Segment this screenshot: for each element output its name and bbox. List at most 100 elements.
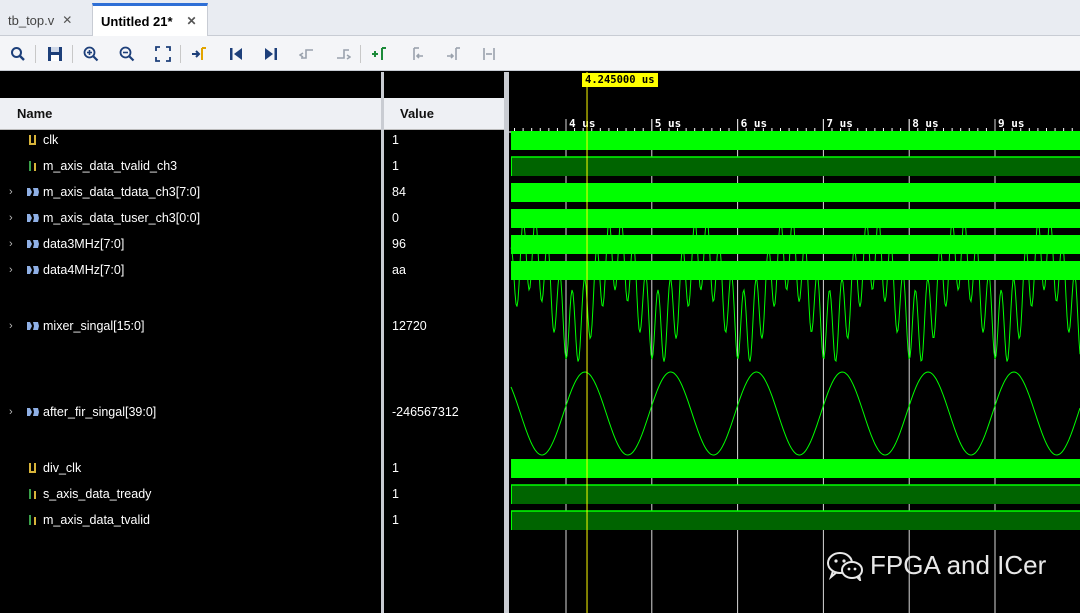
tab-untitled-21[interactable]: Untitled 21* ✕ bbox=[92, 3, 208, 36]
zoom-in-icon[interactable] bbox=[80, 43, 102, 65]
watermark: FPGA and ICer bbox=[826, 550, 1046, 581]
signal-row-name[interactable]: › mixer_singal[15:0] bbox=[0, 316, 381, 336]
signal-bus-waveform bbox=[511, 183, 1080, 202]
signal-row-name[interactable]: s_axis_data_tready bbox=[0, 484, 381, 504]
signal-name: m_axis_data_tdata_ch3[7:0] bbox=[43, 185, 201, 199]
signal-name: mixer_singal[15:0] bbox=[43, 319, 145, 333]
go-to-time-zero-icon[interactable] bbox=[225, 43, 247, 65]
name-column-header-label: Name bbox=[17, 106, 53, 121]
bit-signal-icon bbox=[29, 463, 36, 473]
bus-signal-icon bbox=[27, 322, 39, 330]
previous-transition-icon[interactable] bbox=[296, 43, 318, 65]
tab-label: tb_top.v bbox=[8, 12, 55, 28]
signal-value: 1 bbox=[392, 159, 399, 173]
signal-name: div_clk bbox=[43, 461, 82, 475]
time-tick-label: 5 us bbox=[655, 117, 682, 130]
signal-value: 84 bbox=[392, 185, 406, 199]
time-tick-label: 8 us bbox=[912, 117, 939, 130]
signal-bus-waveform bbox=[511, 209, 1080, 228]
bus-signal-icon bbox=[27, 188, 39, 196]
signal-value: 1 bbox=[392, 487, 399, 501]
time-tick-label: 4 us bbox=[569, 117, 596, 130]
bit-signal-icon bbox=[29, 515, 36, 525]
signal-bus-waveform bbox=[511, 459, 1080, 478]
bus-signal-icon bbox=[27, 408, 39, 416]
go-to-cursor-icon[interactable] bbox=[188, 43, 210, 65]
signal-high-fill bbox=[511, 511, 1080, 530]
signal-row-name[interactable]: clk bbox=[0, 130, 381, 150]
signal-row-name[interactable]: › m_axis_data_tuser_ch3[0:0] bbox=[0, 208, 381, 228]
signal-value: aa bbox=[392, 263, 406, 277]
signal-value: -246567312 bbox=[392, 405, 459, 419]
signal-value-pane bbox=[384, 72, 504, 613]
signal-row-name[interactable]: m_axis_data_tvalid_ch3 bbox=[0, 156, 381, 176]
value-column-header[interactable]: Value bbox=[384, 98, 504, 130]
name-column-header[interactable]: Name bbox=[0, 98, 381, 130]
toolbar-separator bbox=[72, 45, 73, 63]
signal-value: 12720 bbox=[392, 319, 427, 333]
time-tick-label: 7 us bbox=[826, 117, 853, 130]
tab-label: Untitled 21* bbox=[101, 13, 173, 29]
bus-signal-icon bbox=[27, 266, 39, 274]
signal-bus-waveform bbox=[511, 131, 1080, 150]
go-to-last-time-icon[interactable] bbox=[260, 43, 282, 65]
signal-name: s_axis_data_tready bbox=[43, 487, 152, 501]
signal-bus-waveform bbox=[511, 261, 1080, 280]
time-tick-label: 9 us bbox=[998, 117, 1025, 130]
signal-name: after_fir_singal[39:0] bbox=[43, 405, 157, 419]
watermark-text: FPGA and ICer bbox=[870, 550, 1047, 580]
signal-row-name[interactable]: div_clk bbox=[0, 458, 381, 478]
toolbar-separator bbox=[180, 45, 181, 63]
chevron-right-icon[interactable]: › bbox=[9, 238, 21, 250]
signal-name: data4MHz[7:0] bbox=[43, 263, 125, 277]
chevron-right-icon[interactable]: › bbox=[9, 320, 21, 332]
chevron-right-icon[interactable]: › bbox=[9, 264, 21, 276]
signal-value: 96 bbox=[392, 237, 406, 251]
zoom-out-icon[interactable] bbox=[116, 43, 138, 65]
signal-high-fill bbox=[511, 485, 1080, 504]
signal-row-name[interactable]: › m_axis_data_tdata_ch3[7:0] bbox=[0, 182, 381, 202]
toolbar-separator bbox=[35, 45, 36, 63]
signal-value: 0 bbox=[392, 211, 399, 225]
chevron-right-icon[interactable]: › bbox=[9, 186, 21, 198]
zoom-fit-icon[interactable] bbox=[152, 43, 174, 65]
toolbar-separator bbox=[360, 45, 361, 63]
signal-row-name[interactable]: › after_fir_singal[39:0] bbox=[0, 402, 381, 422]
close-icon[interactable]: ✕ bbox=[187, 14, 197, 28]
signal-name: m_axis_data_tvalid_ch3 bbox=[43, 159, 178, 173]
previous-marker-icon[interactable] bbox=[406, 43, 428, 65]
signal-row-name[interactable]: › data3MHz[7:0] bbox=[0, 234, 381, 254]
close-icon[interactable]: ✕ bbox=[62, 13, 72, 27]
signal-high-fill bbox=[511, 157, 1080, 176]
signal-value: 1 bbox=[392, 461, 399, 475]
wechat-icon bbox=[827, 551, 863, 581]
bit-signal-icon bbox=[29, 135, 36, 145]
signal-value: 1 bbox=[392, 133, 399, 147]
bit-signal-icon bbox=[29, 489, 36, 499]
time-tick-label: 6 us bbox=[741, 117, 768, 130]
swap-cursors-icon[interactable] bbox=[478, 43, 500, 65]
editor-tab-bar: tb_top.v ✕ Untitled 21* ✕ bbox=[0, 0, 1080, 36]
signal-row-name[interactable]: › data4MHz[7:0] bbox=[0, 260, 381, 280]
next-transition-icon[interactable] bbox=[332, 43, 354, 65]
add-marker-icon[interactable] bbox=[368, 43, 390, 65]
signal-name: clk bbox=[43, 133, 59, 147]
tab-tb-top[interactable]: tb_top.v ✕ bbox=[0, 4, 92, 36]
save-icon[interactable] bbox=[44, 43, 66, 65]
signal-name: m_axis_data_tuser_ch3[0:0] bbox=[43, 211, 201, 225]
bus-signal-icon bbox=[27, 214, 39, 222]
signal-name: data3MHz[7:0] bbox=[43, 237, 125, 251]
next-marker-icon[interactable] bbox=[442, 43, 464, 65]
signal-value: 1 bbox=[392, 513, 399, 527]
bus-signal-icon bbox=[27, 240, 39, 248]
signal-row-name[interactable]: m_axis_data_tvalid bbox=[0, 510, 381, 530]
signal-name-pane bbox=[0, 72, 381, 613]
cursor-time-label[interactable]: 4.245000 us bbox=[582, 73, 658, 87]
chevron-right-icon[interactable]: › bbox=[9, 406, 21, 418]
waveform-viewer[interactable]: 4 us 5 us 6 us 7 us 8 us 9 us bbox=[509, 72, 1080, 613]
value-column-header-label: Value bbox=[400, 106, 434, 121]
waveform-toolbar bbox=[0, 36, 1080, 71]
signal-name: m_axis_data_tvalid bbox=[43, 513, 151, 527]
chevron-right-icon[interactable]: › bbox=[9, 212, 21, 224]
search-icon[interactable] bbox=[7, 43, 29, 65]
